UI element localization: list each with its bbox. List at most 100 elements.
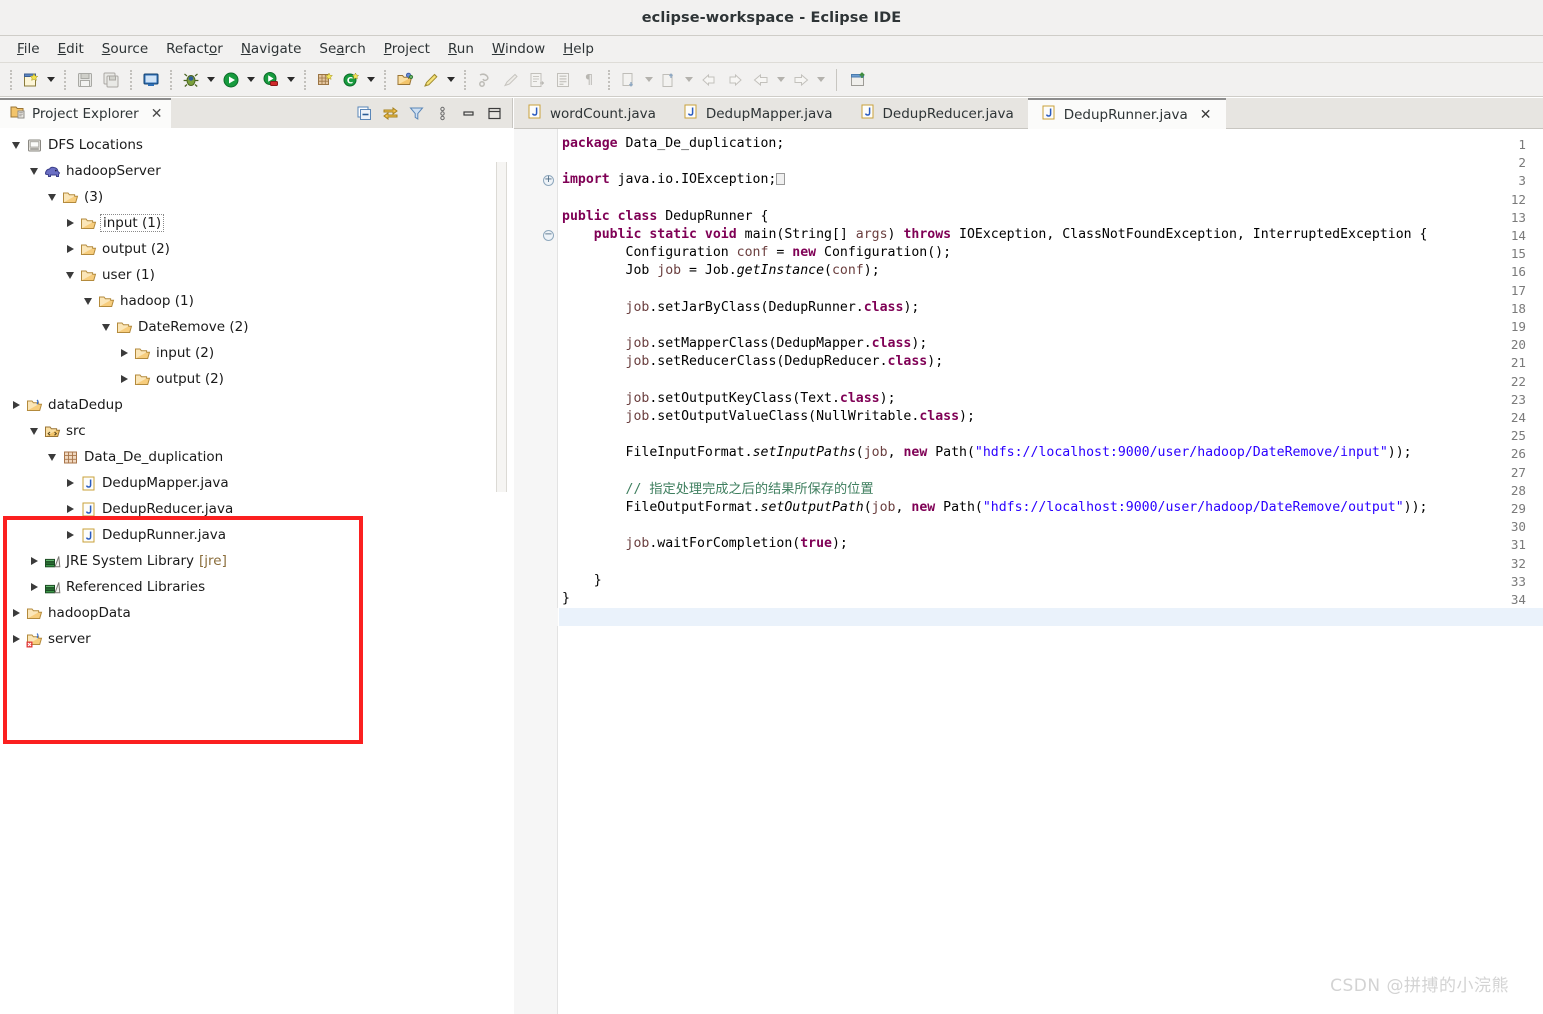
chevron-right-icon[interactable] <box>116 340 132 366</box>
run-dropdown-arrow[interactable] <box>244 67 258 93</box>
menu-source[interactable]: Source <box>93 38 157 60</box>
tree-item[interactable]: dataDedup <box>0 392 513 418</box>
chevron-right-icon[interactable] <box>8 626 24 652</box>
collapse-all-icon[interactable] <box>352 101 376 125</box>
debug-icon[interactable] <box>178 67 204 93</box>
tab-project-explorer[interactable]: Project Explorer ✕ <box>0 98 172 128</box>
navigate-forward-dropdown-arrow[interactable] <box>814 67 828 93</box>
last-edit-location-icon[interactable] <box>524 67 550 93</box>
chevron-right-icon[interactable] <box>62 522 78 548</box>
view-menu-icon[interactable] <box>430 101 454 125</box>
new-java-package-icon[interactable] <box>312 67 338 93</box>
menu-window[interactable]: Window <box>483 38 554 60</box>
minimize-icon[interactable] <box>456 101 480 125</box>
new-wizard-dropdown-arrow[interactable] <box>44 67 58 93</box>
chevron-down-icon[interactable] <box>26 418 42 444</box>
menu-help[interactable]: Help <box>554 38 603 60</box>
next-annotation-icon[interactable] <box>472 67 498 93</box>
chevron-down-icon[interactable] <box>98 314 114 340</box>
maximize-icon[interactable] <box>482 101 506 125</box>
fold-collapse-icon[interactable]: − <box>543 229 554 241</box>
tree-item[interactable]: src <box>0 418 513 444</box>
new-wizard-icon[interactable] <box>18 67 44 93</box>
filter-icon[interactable] <box>404 101 428 125</box>
open-type-icon[interactable] <box>392 67 418 93</box>
chevron-right-icon[interactable] <box>62 236 78 262</box>
save-all-icon[interactable] <box>98 67 124 93</box>
chevron-right-icon[interactable] <box>62 496 78 522</box>
close-icon[interactable]: ✕ <box>151 107 163 121</box>
tree-item[interactable]: (3) <box>0 184 513 210</box>
tree-item[interactable]: input (1) <box>0 210 513 236</box>
menu-project[interactable]: Project <box>375 38 439 60</box>
chevron-right-icon[interactable] <box>8 600 24 626</box>
search-icon[interactable] <box>418 67 444 93</box>
run-icon[interactable] <box>218 67 244 93</box>
chevron-down-icon[interactable] <box>8 132 24 158</box>
previous-annotation-icon[interactable] <box>498 67 524 93</box>
tree-item[interactable]: hadoop (1) <box>0 288 513 314</box>
tree-item[interactable]: Referenced Libraries <box>0 574 513 600</box>
code-text-area[interactable]: package Data_De_duplication; import java.… <box>559 129 1543 1014</box>
navigate-back-icon[interactable] <box>748 67 774 93</box>
fold-expand-icon[interactable]: + <box>543 174 554 186</box>
tree-item[interactable]: DateRemove (2) <box>0 314 513 340</box>
project-explorer-tree-container[interactable]: DFS Locations hadoopServer (3) input (1) out… <box>0 128 513 1014</box>
tree-item[interactable]: JRE System Library [jre] <box>0 548 513 574</box>
editor-tab-wordcount[interactable]: wordCount.java <box>514 98 670 129</box>
close-icon[interactable]: ✕ <box>1200 108 1212 122</box>
editor-tab-dedupreducer[interactable]: DedupReducer.java <box>847 98 1028 129</box>
chevron-down-icon[interactable] <box>62 262 78 288</box>
chevron-right-icon[interactable] <box>8 392 24 418</box>
menu-edit[interactable]: Edit <box>49 38 93 60</box>
chevron-down-icon[interactable] <box>80 288 96 314</box>
new-java-class-icon[interactable]: C <box>338 67 364 93</box>
editor-gutter[interactable] <box>514 129 558 1014</box>
tree-item[interactable]: DedupRunner.java <box>0 522 513 548</box>
tree-item[interactable]: server <box>0 626 513 652</box>
folded-region-marker[interactable] <box>776 173 786 186</box>
chevron-right-icon[interactable] <box>116 366 132 392</box>
tree-item[interactable]: DedupReducer.java <box>0 496 513 522</box>
chevron-right-icon[interactable] <box>62 210 78 236</box>
tree-item[interactable]: hadoopServer <box>0 158 513 184</box>
editor-tab-dedupmapper[interactable]: DedupMapper.java <box>670 98 847 129</box>
new-java-class-dropdown-arrow[interactable] <box>364 67 378 93</box>
chevron-right-icon[interactable] <box>62 470 78 496</box>
navigate-forward-icon[interactable] <box>788 67 814 93</box>
show-whitespace-icon[interactable]: ¶ <box>576 67 602 93</box>
tree-item[interactable]: user (1) <box>0 262 513 288</box>
search-dropdown-arrow[interactable] <box>444 67 458 93</box>
chevron-right-icon[interactable] <box>26 574 42 600</box>
project-explorer-scrollbar[interactable] <box>496 162 507 1014</box>
chevron-down-icon[interactable] <box>44 184 60 210</box>
scrollbar-thumb[interactable] <box>496 162 507 492</box>
chevron-down-icon[interactable] <box>26 158 42 184</box>
tree-item[interactable]: Data_De_duplication <box>0 444 513 470</box>
chevron-right-icon[interactable] <box>26 548 42 574</box>
open-perspective-icon[interactable] <box>845 67 871 93</box>
tree-item[interactable]: hadoopData <box>0 600 513 626</box>
chevron-down-icon[interactable] <box>44 444 60 470</box>
code-editor[interactable]: 1 2 3 +12 13 14−15 16 17 18 19 20 21 22 23 24 25 26 27 28 2… <box>514 129 1543 1014</box>
forward-icon[interactable] <box>656 67 682 93</box>
menu-search[interactable]: Search <box>310 38 374 60</box>
tree-item[interactable]: input (2) <box>0 340 513 366</box>
next-edit-icon[interactable] <box>722 67 748 93</box>
navigate-back-dropdown-arrow[interactable] <box>774 67 788 93</box>
menu-run[interactable]: Run <box>439 38 483 60</box>
run-coverage-dropdown-arrow[interactable] <box>284 67 298 93</box>
back-icon[interactable] <box>616 67 642 93</box>
back-dropdown-arrow[interactable] <box>642 67 656 93</box>
save-icon[interactable] <box>72 67 98 93</box>
menu-navigate[interactable]: Navigate <box>232 38 311 60</box>
run-coverage-icon[interactable] <box>258 67 284 93</box>
tree-item[interactable]: DedupMapper.java <box>0 470 513 496</box>
link-with-editor-icon[interactable] <box>378 101 402 125</box>
tree-item[interactable]: output (2) <box>0 366 513 392</box>
menu-file[interactable]: File <box>8 38 49 60</box>
tree-item[interactable]: output (2) <box>0 236 513 262</box>
editor-tab-deduprunner[interactable]: DedupRunner.java ✕ <box>1027 98 1226 129</box>
debug-dropdown-arrow[interactable] <box>204 67 218 93</box>
new-java-console-icon[interactable] <box>138 67 164 93</box>
